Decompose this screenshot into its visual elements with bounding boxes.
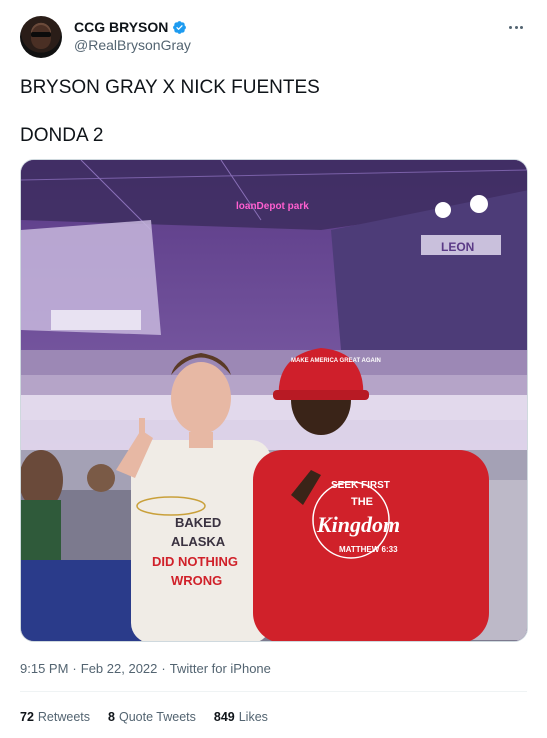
quote-tweets-stat[interactable]: 8 Quote Tweets	[108, 710, 196, 724]
avatar-glasses	[31, 32, 51, 37]
divider	[20, 691, 527, 692]
hoodie-text-1: SEEK FIRST	[331, 480, 390, 491]
avatar[interactable]	[20, 16, 62, 58]
tweet-line-2: DONDA 2	[20, 125, 104, 146]
tweet-time[interactable]: 9:15 PM	[20, 661, 68, 676]
stand-sign: LEON	[441, 240, 474, 254]
retweets-label: Retweets	[37, 710, 91, 724]
shirt-text-2: ALASKA	[171, 534, 226, 549]
hoodie-text-4: MATTHEW 6:33	[339, 545, 398, 554]
stadium-sign: loanDepot park	[236, 201, 309, 212]
likes-stat[interactable]: 849 Likes	[214, 710, 268, 724]
cap-text: MAKE AMERICA GREAT AGAIN	[291, 358, 381, 364]
more-options-icon[interactable]	[507, 18, 525, 36]
likes-count: 849	[213, 710, 235, 724]
tweet-source[interactable]: Twitter for iPhone	[170, 661, 271, 676]
tweet-stats: 72 Retweets 8 Quote Tweets 849 Likes	[20, 710, 268, 724]
retweets-count: 72	[20, 710, 34, 724]
avatar-face	[31, 25, 51, 49]
hoodie-text-2: THE	[351, 496, 373, 508]
tweet-header: CCG BRYSON @RealBrysonGray	[20, 16, 527, 58]
quotes-count: 8	[108, 710, 115, 724]
user-handle[interactable]: @RealBrysonGray	[74, 37, 191, 53]
tweet-date[interactable]: Feb 22, 2022	[81, 661, 158, 676]
tweet-meta: 9:15 PM · Feb 22, 2022 · Twitter for iPh…	[20, 661, 271, 676]
display-name[interactable]: CCG BRYSON	[74, 19, 168, 35]
stadium-photo-illustration: LEON loanDepot park BAKED ALASKA DID NOT…	[21, 160, 527, 641]
author-block: CCG BRYSON @RealBrysonGray	[74, 19, 191, 53]
retweets-stat[interactable]: 72 Retweets	[20, 710, 90, 724]
meta-separator-2: ·	[161, 661, 166, 676]
shirt-text-1: BAKED	[175, 515, 221, 530]
tweet-text: BRYSON GRAY X NICK FUENTES DONDA 2	[20, 76, 527, 148]
shirt-text-4: WRONG	[171, 573, 222, 588]
verified-badge-icon	[172, 20, 187, 35]
tweet-photo[interactable]: LEON loanDepot park BAKED ALASKA DID NOT…	[20, 159, 528, 642]
likes-label: Likes	[238, 710, 268, 724]
display-name-row: CCG BRYSON	[74, 19, 191, 35]
quotes-label: Quote Tweets	[118, 710, 196, 724]
tweet-line-1: BRYSON GRAY X NICK FUENTES	[20, 77, 320, 98]
shirt-text-3: DID NOTHING	[152, 554, 238, 569]
meta-separator: ·	[72, 661, 77, 676]
hoodie-text-3: Kingdom	[316, 512, 400, 537]
